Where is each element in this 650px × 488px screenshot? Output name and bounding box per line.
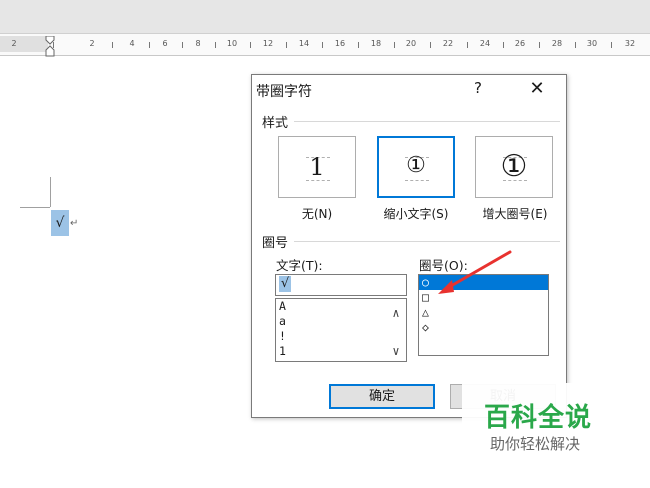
- ruler-number: 12: [262, 39, 274, 48]
- ruler-number: 10: [226, 39, 238, 48]
- dialog-title: 带圈字符: [256, 84, 312, 100]
- ruler-tick: [181, 42, 183, 48]
- ok-button[interactable]: 确定: [329, 384, 435, 409]
- ruler-number: 20: [405, 39, 417, 48]
- ruler-number: 4: [129, 39, 135, 48]
- list-item[interactable]: 1: [276, 344, 406, 359]
- ruler-number: 30: [586, 39, 598, 48]
- ruler-tick: [322, 42, 323, 48]
- enclosure-section-label: 圈号: [262, 236, 289, 251]
- ruler-tick: [393, 42, 395, 48]
- ruler-tick: [611, 42, 612, 48]
- list-item[interactable]: A: [276, 299, 406, 314]
- ruler-tick: [574, 42, 576, 48]
- indent-marker-icon[interactable]: [45, 36, 55, 58]
- ruler-number: 14: [298, 39, 310, 48]
- section-divider: [294, 241, 560, 242]
- watermark: 百科全说 助你轻松解决: [462, 383, 628, 463]
- style-caption-enlarge[interactable]: 增大圈号(E): [467, 205, 563, 222]
- enclosed-characters-dialog[interactable]: 带圈字符 ? ✕ 样式 1 ① ① 无(N) 缩小文字(S) 增大圈号(E) 圈…: [251, 74, 567, 418]
- style-glyph-shrink: ①: [406, 153, 426, 178]
- ruler-tick: [250, 42, 251, 48]
- ruler-tick: [466, 42, 468, 48]
- ruler-number: 2: [89, 39, 95, 48]
- red-arrow-annotation: [438, 250, 512, 294]
- help-button[interactable]: ?: [470, 79, 486, 97]
- section-divider: [294, 121, 560, 122]
- ruler-tick: [148, 42, 150, 48]
- ribbon-strip: [0, 0, 650, 34]
- text-input[interactable]: √: [275, 274, 407, 296]
- list-item[interactable]: a: [276, 314, 406, 329]
- ruler-tick: [358, 42, 359, 48]
- style-glyph-enlarge: ①: [500, 149, 528, 184]
- style-section-label: 样式: [262, 116, 289, 131]
- ruler-number: 6: [162, 39, 168, 48]
- style-option-enlarge-symbol[interactable]: ①: [475, 136, 553, 198]
- ruler-number: 2: [11, 39, 17, 48]
- ruler-margin-shade: [0, 36, 48, 52]
- ruler-tick: [215, 42, 216, 48]
- style-caption-shrink[interactable]: 缩小文字(S): [368, 205, 464, 222]
- ruler-number: 22: [442, 39, 454, 48]
- ruler-number: 18: [370, 39, 382, 48]
- ruler-number: 28: [551, 39, 563, 48]
- style-option-shrink-text[interactable]: ①: [377, 136, 455, 198]
- margin-corner-mark: [20, 207, 50, 208]
- paragraph-mark: ↵: [70, 218, 79, 229]
- close-icon[interactable]: ✕: [522, 77, 552, 101]
- scroll-down-icon[interactable]: ∨: [388, 343, 404, 359]
- watermark-subtitle: 助你轻松解决: [490, 435, 581, 453]
- list-item[interactable]: △: [419, 305, 548, 320]
- margin-corner-mark: [50, 177, 51, 207]
- style-option-none[interactable]: 1: [278, 136, 356, 198]
- scroll-up-icon[interactable]: ∧: [388, 305, 404, 321]
- style-caption-none[interactable]: 无(N): [278, 205, 356, 222]
- list-item[interactable]: !: [276, 329, 406, 344]
- ruler-tick: [502, 42, 504, 48]
- selected-character[interactable]: √: [51, 210, 69, 236]
- ruler-tick: [112, 42, 113, 48]
- ruler-number: 8: [195, 39, 201, 48]
- text-input-value: √: [279, 276, 291, 292]
- ruler-tick: [286, 42, 287, 48]
- ruler-tick: [538, 42, 540, 48]
- style-glyph-none: 1: [309, 153, 325, 181]
- watermark-title: 百科全说: [484, 403, 593, 433]
- text-label: 文字(T):: [276, 258, 323, 273]
- list-item[interactable]: ◇: [419, 320, 548, 335]
- ruler-number: 32: [624, 39, 636, 48]
- ruler-tick: [429, 42, 431, 48]
- ruler-number: 26: [514, 39, 526, 48]
- ruler-number: 24: [479, 39, 491, 48]
- ruler-number: 16: [334, 39, 346, 48]
- text-listbox[interactable]: A a ! 1 ∧ ∨: [275, 298, 407, 362]
